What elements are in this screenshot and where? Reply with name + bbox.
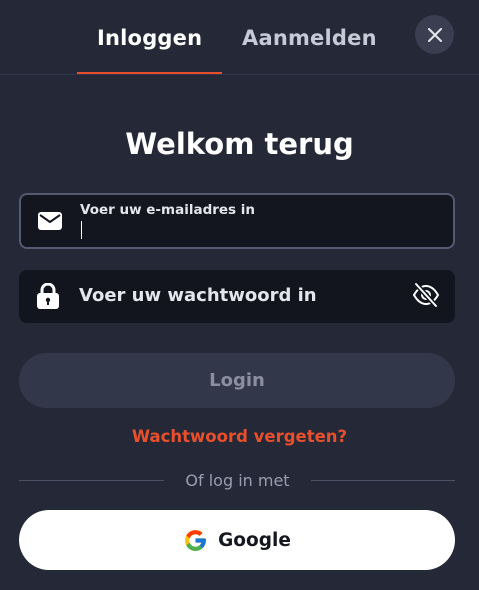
google-icon — [185, 529, 207, 551]
login-button[interactable]: Login — [19, 353, 455, 408]
password-placeholder: Voer uw wachtwoord in — [79, 285, 317, 306]
tab-register[interactable]: Aanmelden — [242, 26, 377, 50]
active-tab-indicator — [77, 72, 222, 74]
tab-login[interactable]: Inloggen — [97, 26, 202, 50]
divider-left — [19, 480, 164, 481]
close-icon — [427, 27, 442, 42]
eye-off-icon[interactable] — [412, 282, 440, 308]
envelope-icon — [38, 212, 62, 230]
close-button[interactable] — [415, 15, 454, 54]
forgot-password-link[interactable]: Wachtwoord vergeten? — [0, 427, 479, 446]
divider-text: Of log in met — [185, 471, 290, 490]
password-field[interactable]: Voer uw wachtwoord in — [19, 270, 455, 323]
page-title: Welkom terug — [125, 127, 354, 161]
email-field-label: Voer uw e-mailadres in — [80, 202, 256, 218]
google-login-button[interactable]: Google — [19, 510, 455, 570]
lock-icon — [37, 283, 59, 309]
divider-right — [311, 480, 455, 481]
auth-tabs: Inloggen Aanmelden — [0, 0, 479, 75]
text-caret — [81, 221, 82, 239]
email-field[interactable]: Voer uw e-mailadres in — [19, 193, 455, 249]
google-button-label: Google — [218, 529, 291, 551]
